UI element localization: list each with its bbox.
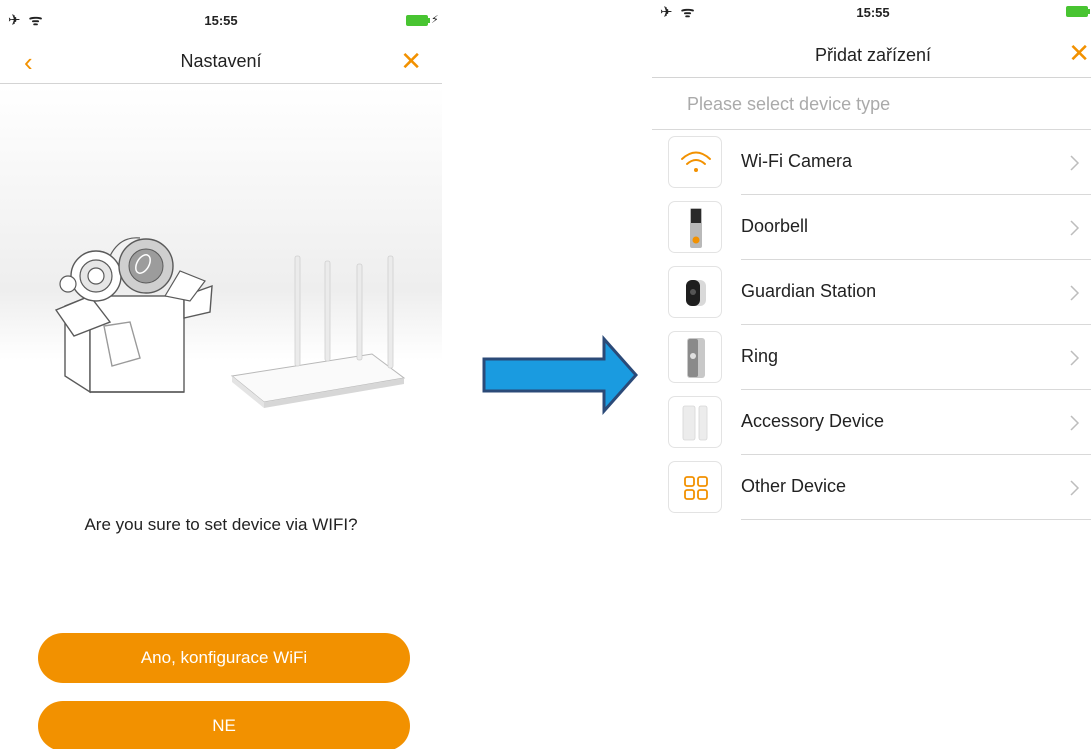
doorbell-icon xyxy=(668,201,722,253)
device-label: Doorbell xyxy=(741,216,809,236)
device-item-other[interactable]: Other Device xyxy=(652,455,1091,520)
grid-icon xyxy=(668,461,722,513)
device-type-list: Wi-Fi Camera Doorbell Guardian Station R… xyxy=(652,130,1091,520)
decline-button[interactable]: NE xyxy=(38,701,410,749)
page-title: Přidat zařízení xyxy=(814,45,932,65)
guardian-station-icon xyxy=(668,266,722,318)
box-and-router-illustration xyxy=(0,86,442,416)
close-button[interactable]: ✕ xyxy=(1068,38,1090,68)
device-label: Ring xyxy=(741,346,779,366)
status-bar: ✈ ᯤ 15:55 ⚡ xyxy=(652,0,1091,28)
device-label: Guardian Station xyxy=(741,281,877,301)
status-time: 15:55 xyxy=(204,13,238,28)
chevron-right-icon xyxy=(1070,415,1080,431)
box-icon xyxy=(54,284,213,394)
nav-bar: ‹ Nastavení ✕ xyxy=(0,44,442,84)
chevron-right-icon xyxy=(1070,220,1080,236)
nav-bar: Přidat zařízení ✕ xyxy=(652,28,1091,78)
chevron-right-icon xyxy=(1070,480,1080,496)
device-item-doorbell[interactable]: Doorbell xyxy=(652,195,1091,260)
status-time: 15:55 xyxy=(856,5,890,20)
device-item-accessory[interactable]: Accessory Device xyxy=(652,390,1091,455)
chevron-right-icon xyxy=(1070,155,1080,171)
close-button[interactable]: ✕ xyxy=(400,46,422,76)
device-item-wifi-camera[interactable]: Wi-Fi Camera xyxy=(652,130,1091,195)
camera-icon xyxy=(59,237,206,302)
status-bar: ✈ ᯤ 15:55 ⚡ xyxy=(0,0,442,44)
right-arrow-icon xyxy=(482,335,639,415)
page-title: Nastavení xyxy=(180,51,262,71)
battery-icon: ⚡ xyxy=(1066,6,1091,18)
battery-icon: ⚡ xyxy=(406,14,439,27)
router-icon xyxy=(230,255,406,408)
charging-icon: ⚡ xyxy=(431,14,439,26)
chevron-right-icon xyxy=(1070,285,1080,301)
add-device-screen: ✈ ᯤ 15:55 ⚡ Přidat zařízení ✕ Please sel… xyxy=(652,0,1091,749)
device-label: Accessory Device xyxy=(741,411,885,431)
confirm-question: Are you sure to set device via WIFI? xyxy=(84,515,358,534)
chevron-right-icon xyxy=(1070,350,1080,366)
accessory-icon xyxy=(668,396,722,448)
device-label: Other Device xyxy=(741,476,847,496)
device-item-ring[interactable]: Ring xyxy=(652,325,1091,390)
wifi-icon xyxy=(668,136,722,188)
ring-icon xyxy=(668,331,722,383)
device-type-hint: Please select device type xyxy=(652,78,1091,130)
illustration-drawing xyxy=(54,237,406,408)
confirm-wifi-button[interactable]: Ano, konfigurace WiFi xyxy=(38,633,410,683)
device-item-guardian-station[interactable]: Guardian Station xyxy=(652,260,1091,325)
wifi-setup-screen: ✈ ᯤ 15:55 ⚡ ‹ Nastavení ✕ Are you sure t… xyxy=(0,0,442,749)
device-label: Wi-Fi Camera xyxy=(741,151,852,171)
